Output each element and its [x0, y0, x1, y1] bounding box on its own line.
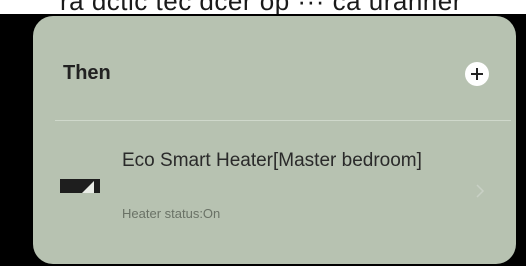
- then-card: Then Eco Smart Heater[Master bedroom] He…: [33, 16, 516, 264]
- then-header: Then: [33, 16, 516, 120]
- device-name: Eco Smart Heater[Master bedroom]: [122, 150, 422, 171]
- divider: [55, 120, 511, 121]
- top-text: ra dctic tec dcer op ··· ca uranner: [60, 0, 462, 14]
- heater-icon: [60, 179, 100, 193]
- device-status: Heater status:On: [122, 206, 221, 221]
- add-action-button[interactable]: [465, 62, 489, 86]
- then-title: Then: [63, 62, 111, 84]
- action-item[interactable]: Eco Smart Heater[Master bedroom] Heater …: [33, 122, 516, 264]
- chevron-right-icon: [476, 184, 485, 198]
- top-strip: ra dctic tec dcer op ··· ca uranner: [0, 0, 526, 14]
- plus-icon: [471, 68, 483, 80]
